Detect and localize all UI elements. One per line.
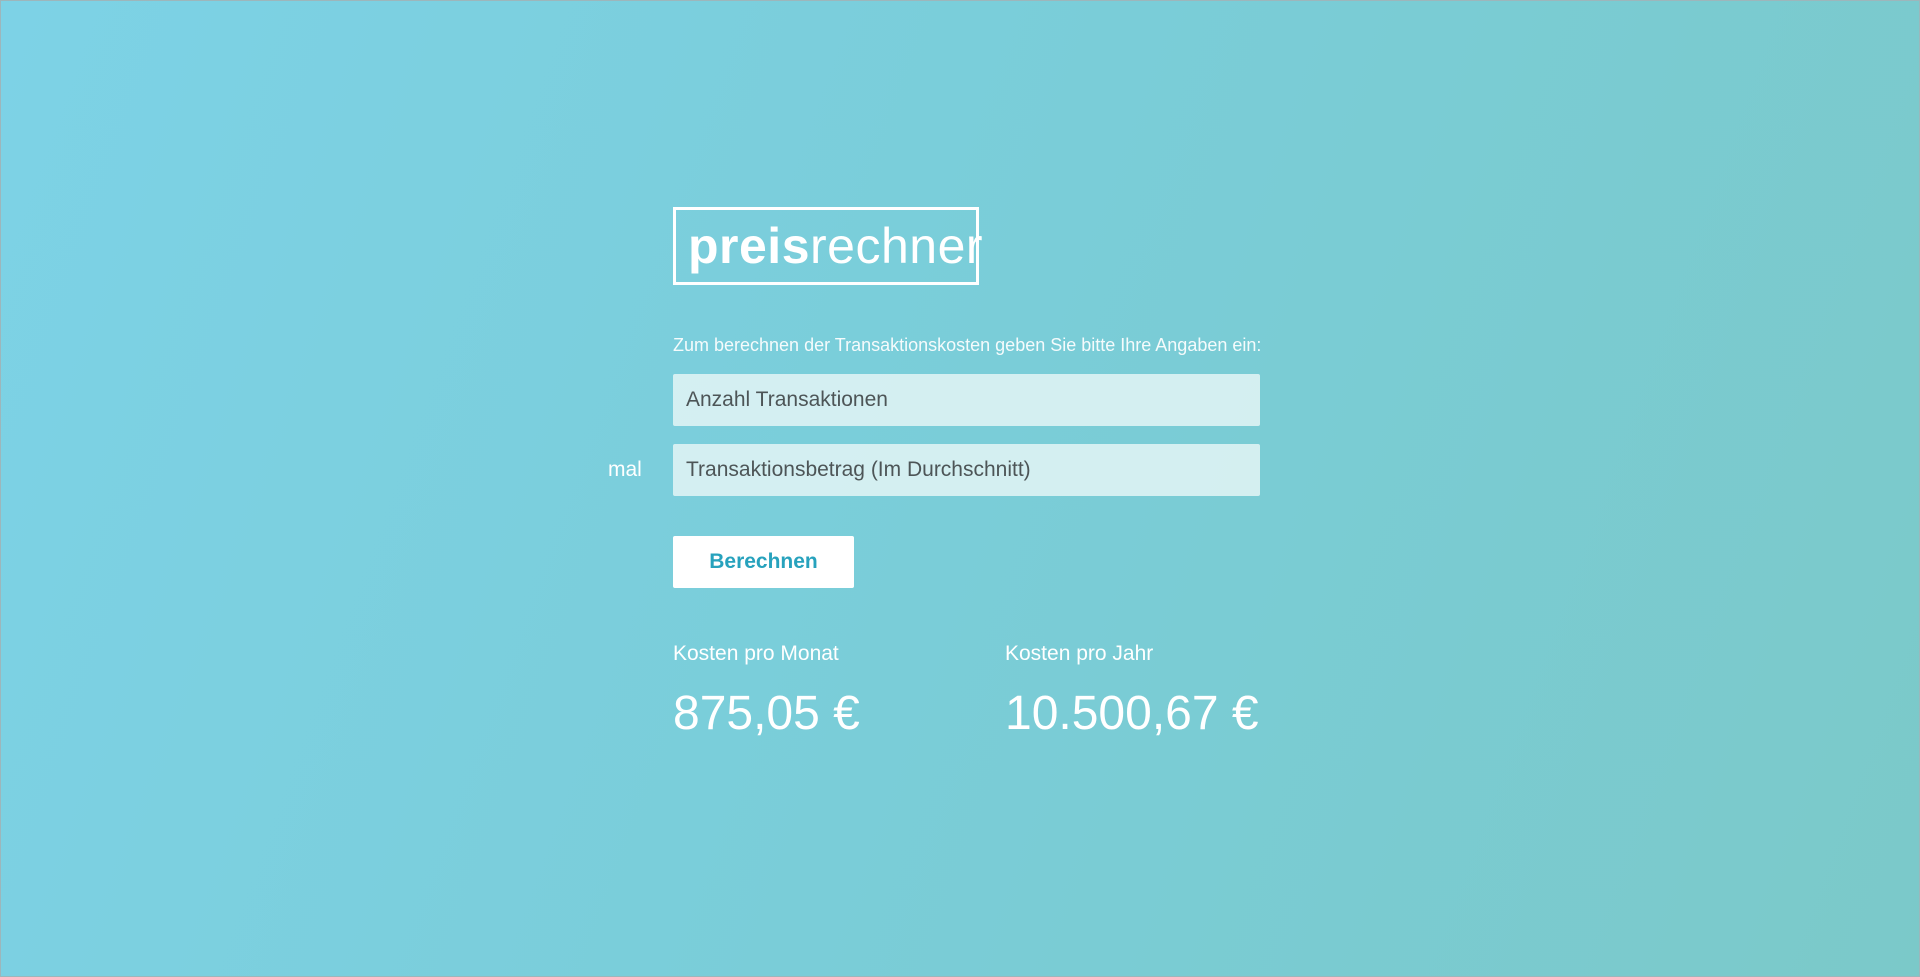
logo-text-strong: preis — [688, 218, 811, 274]
app-logo: preis rechner — [673, 207, 983, 285]
yearly-cost-label: Kosten pro Jahr — [1005, 642, 1154, 665]
transaction-amount-input[interactable] — [673, 444, 1260, 496]
calculate-button[interactable]: Berechnen — [673, 536, 854, 588]
monthly-cost-label: Kosten pro Monat — [673, 642, 839, 665]
monthly-cost-value: 875,05 € — [673, 687, 860, 740]
logo-text-light: rechner — [810, 218, 984, 274]
yearly-cost-value: 10.500,67 € — [1005, 687, 1259, 740]
multiplier-label: mal — [608, 458, 642, 481]
form-intro-text: Zum berechnen der Transaktionskosten geb… — [673, 335, 1262, 355]
transactions-count-input[interactable] — [673, 374, 1260, 426]
